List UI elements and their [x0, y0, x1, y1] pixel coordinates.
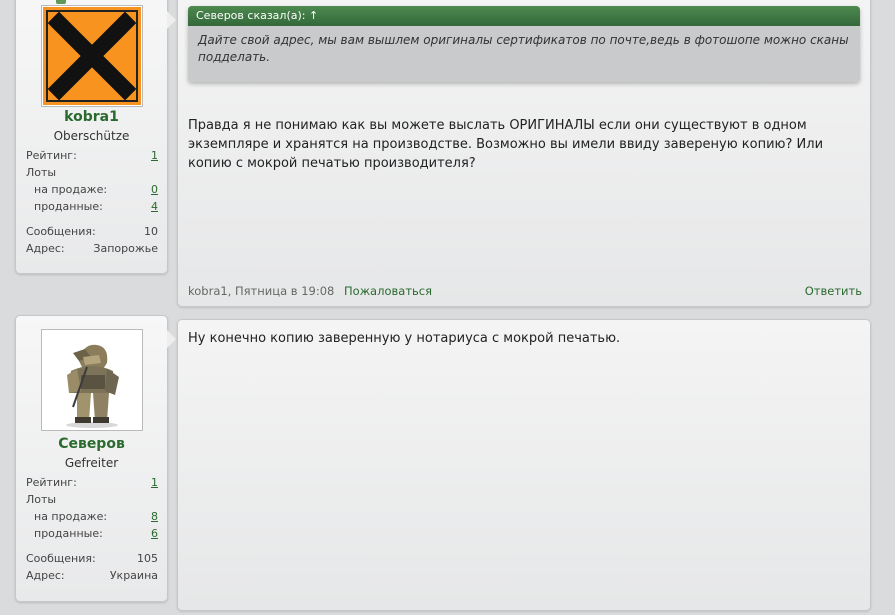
rating-row: Рейтинг: 1 [26, 147, 158, 164]
address-label: Адрес: [26, 242, 65, 255]
reply-link[interactable]: Ответить [805, 284, 862, 298]
lots-label: Лоты [26, 166, 57, 179]
selling-link[interactable]: 0 [151, 183, 158, 196]
panel-pointer [167, 330, 176, 348]
sold-row: проданные: 6 [26, 525, 158, 542]
username[interactable]: Северов [16, 436, 167, 452]
quote-block: Северов сказал(а): ↑ Дайте свой адрес, м… [188, 6, 860, 82]
online-flag-icon [56, 0, 66, 4]
message-text: Ну конечно копию заверенную у нотариуса … [188, 331, 621, 346]
address-value: Запорожье [93, 242, 158, 255]
user-stats: Рейтинг: 1 Лоты на продаже: 8 проданные:… [26, 474, 158, 584]
selling-link[interactable]: 8 [151, 510, 158, 523]
messages-label: Сообщения: [26, 225, 96, 238]
sold-link[interactable]: 6 [151, 527, 158, 540]
avatar[interactable] [41, 329, 143, 431]
user-stats: Рейтинг: 1 Лоты на продаже: 0 проданные:… [26, 147, 158, 257]
lots-row: Лоты [26, 491, 158, 508]
sold-label: проданные: [34, 527, 103, 540]
message-footer: kobra1, Пятница в 19:08 Пожаловаться Отв… [188, 284, 862, 298]
address-row: Адрес: Запорожье [26, 240, 158, 257]
selling-label: на продаже: [34, 183, 108, 196]
post-meta: kobra1, Пятница в 19:08 [188, 284, 335, 298]
user-rank: Oberschütze [53, 129, 130, 143]
messages-label: Сообщения: [26, 552, 96, 565]
user-info-panel: Северов Gefreiter Рейтинг: 1 Лоты на про… [15, 315, 176, 602]
messages-row: Сообщения: 105 [26, 550, 158, 567]
post: kobra1 Oberschütze Рейтинг: 1 Лоты на пр… [0, 0, 895, 310]
rating-link[interactable]: 1 [151, 476, 158, 489]
rating-row: Рейтинг: 1 [26, 474, 158, 491]
lots-row: Лоты [26, 164, 158, 181]
sold-link[interactable]: 4 [151, 200, 158, 213]
quote-text: Дайте свой адрес, мы вам вышлем оригинал… [198, 33, 849, 64]
messages-count: 105 [137, 552, 158, 565]
hazard-x-icon [43, 7, 141, 105]
address-value: Украина [109, 569, 158, 582]
messages-row: Сообщения: 10 [26, 223, 158, 240]
sold-row: проданные: 4 [26, 198, 158, 215]
address-label: Адрес: [26, 569, 65, 582]
messages-count: 10 [144, 225, 158, 238]
selling-label: на продаже: [34, 510, 108, 523]
quote-header[interactable]: Северов сказал(а): ↑ [188, 6, 860, 26]
sold-label: проданные: [34, 200, 103, 213]
selling-row: на продаже: 8 [26, 508, 158, 525]
panel-pointer [167, 11, 176, 29]
selling-row: на продаже: 0 [26, 181, 158, 198]
user-rank: Gefreiter [64, 456, 119, 470]
soldier-photo [43, 331, 141, 429]
rating-label: Рейтинг: [26, 149, 77, 162]
message-box: Северов сказал(а): ↑ Дайте свой адрес, м… [177, 0, 871, 307]
rating-label: Рейтинг: [26, 476, 77, 489]
report-link[interactable]: Пожаловаться [344, 284, 432, 298]
post: Северов Gefreiter Рейтинг: 1 Лоты на про… [0, 315, 895, 615]
rating-link[interactable]: 1 [151, 149, 158, 162]
lots-label: Лоты [26, 493, 57, 506]
message-box: Ну конечно копию заверенную у нотариуса … [177, 319, 871, 611]
message-text: Правда я не понимаю как вы можете выслат… [188, 118, 824, 171]
username[interactable]: kobra1 [16, 109, 167, 125]
user-info-panel: kobra1 Oberschütze Рейтинг: 1 Лоты на пр… [15, 0, 176, 274]
avatar[interactable] [41, 5, 143, 107]
address-row: Адрес: Украина [26, 567, 158, 584]
